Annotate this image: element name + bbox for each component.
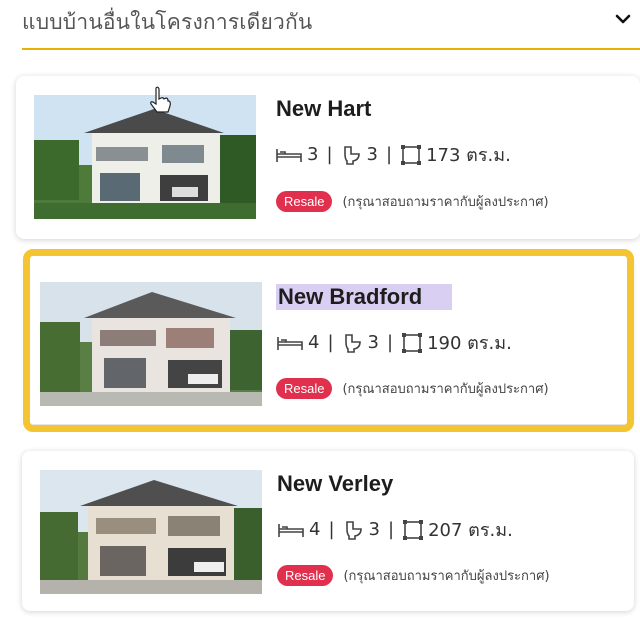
bed-icon [278,523,304,537]
section-title: แบบบ้านอื่นในโครงการเดียวกัน [22,10,313,34]
status-row: Resale (กรุณาสอบถามราคากับผู้ลงประกาศ) [277,565,550,586]
area-value: 173 ตร.ม. [426,145,511,166]
listing-specs: 3 | 3 | 173 ตร.ม. [275,140,511,169]
bedroom-count: 3 [307,144,319,165]
bedroom-count: 4 [309,519,321,540]
bed-icon [276,148,302,162]
chevron-down-icon[interactable] [614,10,632,28]
toilet-icon [345,520,362,540]
status-badge: Resale [277,565,334,586]
separator: | [385,144,393,165]
status-badge: Resale [276,191,333,212]
area-icon [403,519,424,540]
listing-card[interactable]: New Verley 4 | 3 | 207 ตร.ม. Resale (กรุ… [22,451,634,611]
listing-specs: 4 | 3 | 207 ตร.ม. [277,515,513,544]
highlight-frame [23,249,634,432]
separator: | [328,519,335,540]
bathroom-count: 3 [368,519,380,540]
area-icon [401,144,422,165]
status-row: Resale (กรุณาสอบถามราคากับผู้ลงประกาศ) [276,191,549,212]
listing-name[interactable]: New Verley [277,471,393,497]
section-header[interactable]: แบบบ้านอื่นในโครงการเดียวกัน [22,0,640,50]
house-image[interactable] [40,470,262,594]
price-note: (กรุณาสอบถามราคากับผู้ลงประกาศ) [342,195,549,210]
listing-name[interactable]: New Hart [276,96,371,122]
bathroom-count: 3 [366,144,378,165]
toilet-icon [343,145,360,165]
hand-cursor-icon [150,86,171,113]
price-note: (กรุณาสอบถามราคากับผู้ลงประกาศ) [343,569,550,584]
house-image[interactable] [34,95,256,219]
area-value: 207 ตร.ม. [428,520,513,541]
listing-card[interactable]: New Hart 3 | 3 | 173 ตร.ม. Resale (กรุณา… [16,76,640,239]
separator: | [326,144,333,165]
separator: | [387,519,395,540]
